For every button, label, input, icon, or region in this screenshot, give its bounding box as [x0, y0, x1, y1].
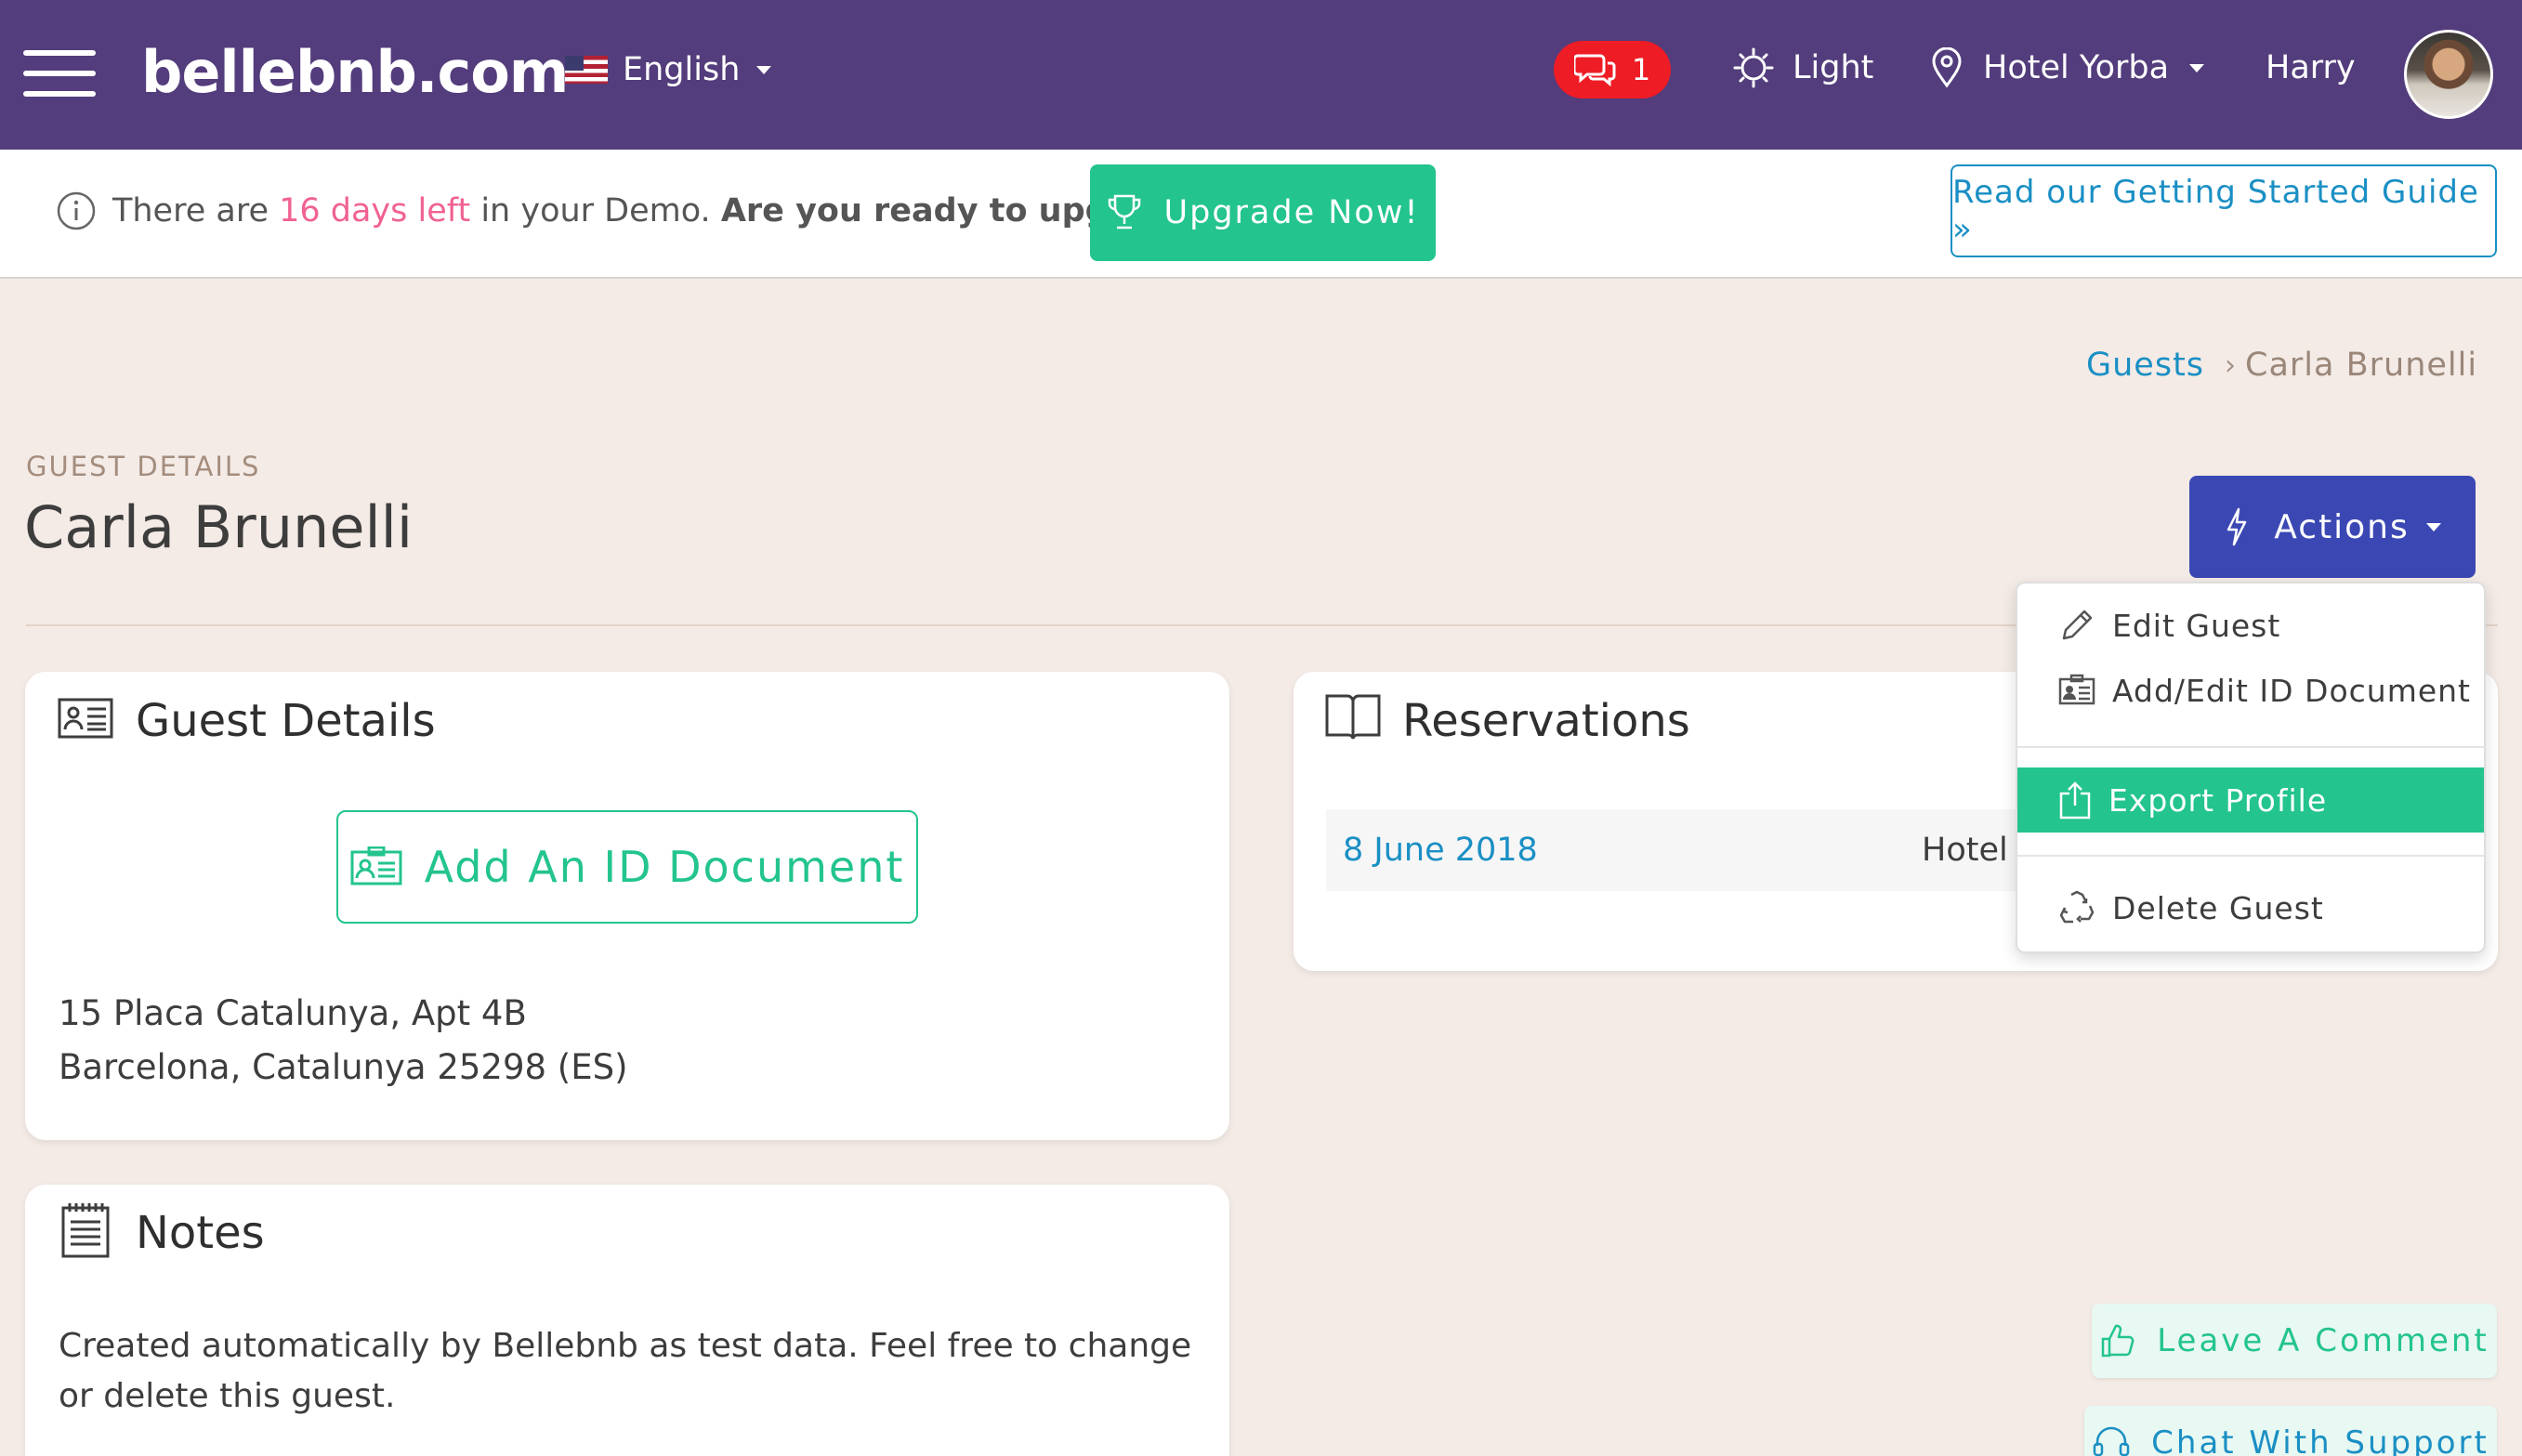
- user-name[interactable]: Harry: [2266, 43, 2356, 93]
- actions-button[interactable]: Actions: [2189, 476, 2476, 578]
- breadcrumb: Guests › Carla Brunelli: [2086, 340, 2477, 390]
- address-line-2: Barcelona, Catalunya 25298 (ES): [59, 1047, 628, 1087]
- id-card-icon: [58, 698, 113, 739]
- actions-dropdown-menu: Edit Guest Add/Edit ID Document Export P…: [2016, 582, 2486, 953]
- reservations-title: Reservations: [1402, 695, 1690, 747]
- theme-label: Light: [1793, 49, 1874, 86]
- guest-details-title: Guest Details: [136, 695, 436, 747]
- sun-icon: [1733, 47, 1774, 88]
- page-title: Carla Brunelli: [24, 493, 414, 561]
- chevron-down-icon: [2425, 522, 2441, 531]
- breadcrumb-current: Carla Brunelli: [2245, 347, 2478, 384]
- brand-logo[interactable]: bellebnb.com: [141, 35, 569, 110]
- chat-support-button[interactable]: Chat With Support: [2084, 1406, 2497, 1456]
- chevron-down-icon: [756, 65, 772, 74]
- leave-comment-button[interactable]: Leave A Comment: [2092, 1304, 2497, 1378]
- chat-icon: [1573, 54, 1616, 87]
- trophy-icon: [1109, 194, 1141, 230]
- notes-title: Notes: [136, 1207, 265, 1259]
- menu-divider: [2017, 855, 2484, 857]
- leave-comment-label: Leave A Comment: [2157, 1322, 2489, 1359]
- demo-message: There are 16 days left in your Demo. Are…: [112, 186, 1211, 236]
- chevron-down-icon: [2189, 63, 2205, 72]
- actions-label: Actions: [2274, 507, 2410, 546]
- demo-prefix: There are: [112, 192, 280, 230]
- pencil-icon: [2062, 610, 2093, 640]
- id-card-icon: [2058, 674, 2095, 705]
- breadcrumb-separator: ›: [2225, 348, 2237, 382]
- headset-icon: [2093, 1426, 2130, 1456]
- notepad-icon: [61, 1203, 110, 1258]
- id-card-icon: [350, 846, 402, 885]
- language-label: English: [623, 51, 741, 88]
- thumbs-up-icon: [2101, 1324, 2135, 1358]
- menu-item-edit-id-document[interactable]: Add/Edit ID Document: [2017, 658, 2484, 723]
- add-id-document-button[interactable]: Add An ID Document: [336, 810, 918, 924]
- top-navbar: bellebnb.com English 1 Light Hotel Yorba…: [0, 0, 2522, 150]
- address-line-1: 15 Placa Catalunya, Apt 4B: [59, 993, 527, 1033]
- share-export-icon: [2059, 781, 2091, 820]
- section-label: GUEST DETAILS: [26, 451, 261, 482]
- delete-guest-label: Delete Guest: [2112, 889, 2324, 926]
- notes-text: Created automatically by Bellebnb as tes…: [59, 1327, 1192, 1415]
- theme-toggle[interactable]: Light: [1733, 43, 1873, 93]
- chat-notifications-button[interactable]: 1: [1554, 41, 1671, 98]
- avatar[interactable]: [2404, 30, 2493, 119]
- getting-started-guide-button[interactable]: Read our Getting Started Guide »: [1951, 164, 2497, 257]
- location-pin-icon: [1932, 47, 1962, 88]
- export-profile-label: Export Profile: [2108, 781, 2328, 819]
- language-selector[interactable]: English: [565, 45, 772, 95]
- upgrade-label: Upgrade Now!: [1163, 194, 1420, 231]
- menu-divider: [2017, 746, 2484, 748]
- upgrade-now-button[interactable]: Upgrade Now!: [1090, 164, 1436, 261]
- edit-id-label: Add/Edit ID Document: [2112, 672, 2471, 709]
- chat-count: 1: [1631, 52, 1651, 87]
- menu-item-delete-guest[interactable]: Delete Guest: [2017, 875, 2484, 940]
- flag-us-icon: [565, 56, 608, 84]
- hotel-selector[interactable]: Hotel Yorba: [1931, 43, 2205, 93]
- book-icon: [1325, 694, 1381, 740]
- hotel-label: Hotel Yorba: [1983, 49, 2170, 86]
- demo-middle: in your Demo.: [470, 192, 721, 230]
- days-left: 16 days left: [279, 192, 471, 230]
- add-id-label: Add An ID Document: [424, 842, 905, 892]
- menu-item-export-profile[interactable]: Export Profile: [2017, 767, 2484, 833]
- reservation-date-link[interactable]: 8 June 2018: [1343, 825, 1538, 875]
- breadcrumb-guests-link[interactable]: Guests: [2086, 347, 2204, 384]
- lightning-icon: [2226, 507, 2247, 546]
- info-icon: [57, 191, 96, 230]
- guest-address: 15 Placa Catalunya, Apt 4B Barcelona, Ca…: [59, 987, 628, 1095]
- menu-item-edit-guest[interactable]: Edit Guest: [2017, 593, 2484, 658]
- edit-guest-label: Edit Guest: [2112, 607, 2281, 644]
- menu-icon[interactable]: [23, 48, 96, 98]
- recycle-icon: [2059, 890, 2095, 924]
- chat-support-label: Chat With Support: [2151, 1424, 2489, 1456]
